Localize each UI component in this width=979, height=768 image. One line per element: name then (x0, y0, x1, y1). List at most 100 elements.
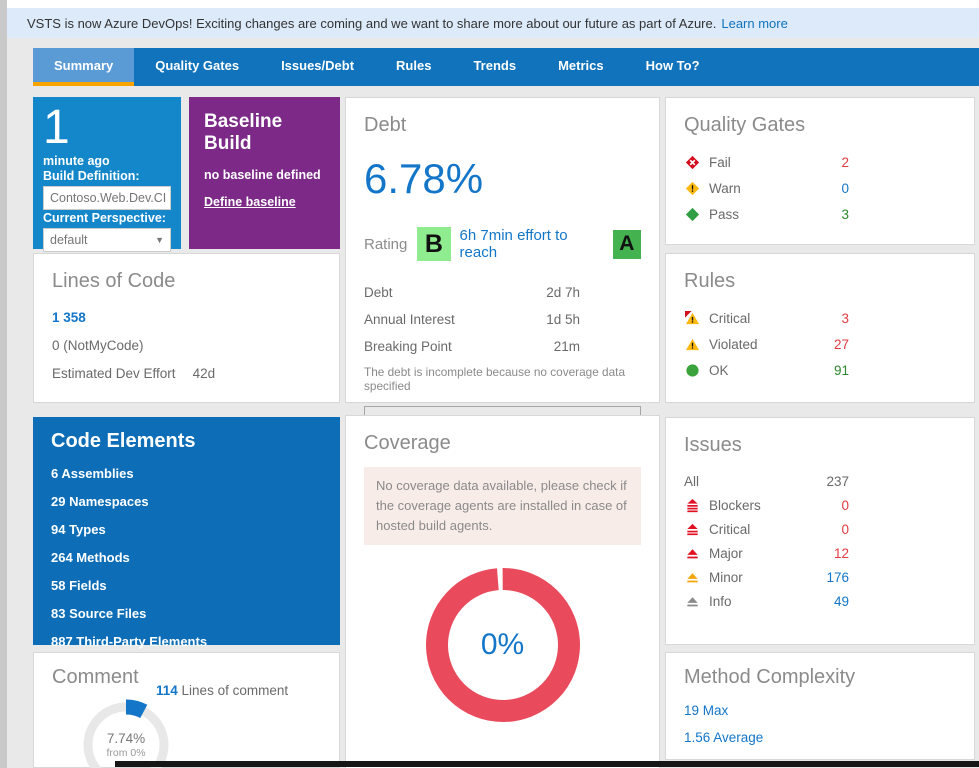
chevron-down-icon: ▼ (169, 193, 171, 203)
issues-row-minor: Minor 176 (684, 565, 956, 589)
comment-from-value: from 0% (106, 747, 145, 759)
tab-rules[interactable]: Rules (375, 48, 452, 86)
code-elements-namespaces-link[interactable]: 29 Namespaces (51, 494, 322, 509)
tab-trends[interactable]: Trends (452, 48, 537, 86)
comment-lines-row: 114 Lines of comment (156, 683, 288, 698)
baseline-card-title: Baseline Build (204, 111, 325, 155)
perspective-value: default (50, 233, 88, 247)
row-label: Info (709, 594, 817, 609)
row-value[interactable]: 2 (817, 155, 849, 170)
code-elements-assemblies-link[interactable]: 6 Assemblies (51, 466, 322, 481)
announcement-banner: VSTS is now Azure DevOps! Exciting chang… (7, 8, 979, 38)
tab-quality-gates[interactable]: Quality Gates (134, 48, 260, 86)
row-label: Critical (709, 311, 817, 326)
bottom-window-edge (115, 761, 979, 767)
banner-text: VSTS is now Azure DevOps! Exciting chang… (27, 16, 716, 31)
warn-diamond-icon (684, 180, 700, 196)
complexity-max-link[interactable]: 19 Max (684, 703, 956, 718)
quality-gates-card: Quality Gates Fail 2 Warn 0 Pass (665, 97, 975, 245)
row-value[interactable]: 49 (817, 594, 849, 609)
rules-row-critical: Critical 3 (684, 305, 956, 331)
info-issue-icon (684, 593, 700, 609)
rules-title: Rules (684, 270, 956, 293)
rating-b-badge: B (417, 227, 450, 261)
build-age-unit: minute ago (43, 154, 171, 168)
debt-row-value: 1d 5h (532, 312, 580, 327)
row-value[interactable]: 3 (817, 207, 849, 222)
learn-more-link[interactable]: Learn more (721, 16, 787, 31)
debt-row-label: Breaking Point (364, 339, 532, 354)
method-complexity-card: Method Complexity 19 Max 1.56 Average (665, 652, 975, 760)
code-elements-title: Code Elements (51, 430, 322, 453)
comment-lines-count-link[interactable]: 114 (156, 683, 178, 698)
row-value[interactable]: 3 (817, 311, 849, 326)
issues-title: Issues (684, 434, 956, 457)
row-value[interactable]: 0 (817, 181, 849, 196)
debt-percent-value: 6.78% (364, 155, 641, 203)
row-label: All (684, 474, 817, 489)
left-edge-strip (0, 0, 7, 768)
quality-gates-title: Quality Gates (684, 114, 956, 137)
comment-lines-label: Lines of comment (182, 683, 289, 698)
loc-total-link[interactable]: 1 358 (52, 310, 321, 325)
build-definition-label: Build Definition: (43, 169, 171, 183)
row-value[interactable]: 176 (817, 570, 849, 585)
tab-issues-debt[interactable]: Issues/Debt (260, 48, 375, 86)
blocker-issue-icon (684, 497, 700, 513)
row-value[interactable]: 91 (817, 363, 849, 378)
row-value[interactable]: 27 (817, 337, 849, 352)
debt-row: Annual Interest 1d 5h (364, 306, 641, 333)
build-definition-select[interactable]: Contoso.Web.Dev.CI ▼ (43, 186, 171, 210)
rules-rows: Critical 3 Violated 27 OK 91 (684, 305, 956, 383)
loc-effort-value: 42d (193, 366, 216, 381)
debt-rating-row: Rating B 6h 7min effort to reach A (364, 227, 641, 261)
row-label: Blockers (709, 498, 817, 513)
tab-summary[interactable]: Summary (33, 48, 134, 86)
code-elements-methods-link[interactable]: 264 Methods (51, 550, 322, 565)
quality-gate-row-fail: Fail 2 (684, 149, 956, 175)
issues-row-major: Major 12 (684, 541, 956, 565)
major-issue-icon (684, 545, 700, 561)
debt-card: Debt 6.78% Rating B 6h 7min effort to re… (345, 97, 660, 403)
baseline-build-card: Baseline Build no baseline defined Defin… (189, 97, 340, 249)
rules-row-violated: Violated 27 (684, 331, 956, 357)
tab-how-to[interactable]: How To? (625, 48, 721, 86)
effort-to-reach-link[interactable]: 6h 7min effort to reach (460, 227, 606, 261)
violated-rule-icon (684, 336, 700, 352)
code-elements-third-party-link[interactable]: 887 Third-Party Elements (51, 634, 322, 649)
rating-a-badge: A (613, 230, 641, 259)
tab-metrics[interactable]: Metrics (537, 48, 625, 86)
debt-row-value: 2d 7h (532, 285, 580, 300)
comment-percent-value: 7.74% (107, 731, 145, 746)
row-value[interactable]: 0 (817, 522, 849, 537)
debt-row: Breaking Point 21m (364, 333, 641, 360)
row-value[interactable]: 0 (817, 498, 849, 513)
coverage-donut-chart: 0% (423, 565, 583, 725)
coverage-title: Coverage (364, 432, 641, 455)
define-baseline-link[interactable]: Define baseline (204, 195, 296, 209)
issues-row-info: Info 49 (684, 589, 956, 613)
coverage-alert-message: No coverage data available, please check… (364, 467, 641, 545)
issues-row-critical: Critical 0 (684, 517, 956, 541)
loc-effort-row: Estimated Dev Effort 42d (52, 366, 321, 381)
coverage-percent-value: 0% (423, 565, 583, 725)
row-value[interactable]: 12 (817, 546, 849, 561)
quality-gate-row-warn: Warn 0 (684, 175, 956, 201)
debt-row-value: 21m (532, 339, 580, 354)
issues-row-blockers: Blockers 0 (684, 493, 956, 517)
perspective-select[interactable]: default ▼ (43, 228, 171, 252)
code-elements-types-link[interactable]: 94 Types (51, 522, 322, 537)
chevron-down-icon: ▼ (155, 235, 164, 245)
code-elements-source-files-link[interactable]: 83 Source Files (51, 606, 322, 621)
row-label: Critical (709, 522, 817, 537)
code-elements-fields-link[interactable]: 58 Fields (51, 578, 322, 593)
top-edge-strip (7, 0, 979, 8)
debt-row-label: Annual Interest (364, 312, 532, 327)
issues-rows: All 237 Blockers 0 Critical 0 (684, 469, 956, 613)
coverage-card: Coverage No coverage data available, ple… (345, 415, 660, 768)
baseline-status: no baseline defined (204, 168, 325, 182)
issues-row-all: All 237 (684, 469, 956, 493)
complexity-average-link[interactable]: 1.56 Average (684, 730, 956, 745)
row-label: Major (709, 546, 817, 561)
row-label: Minor (709, 570, 817, 585)
